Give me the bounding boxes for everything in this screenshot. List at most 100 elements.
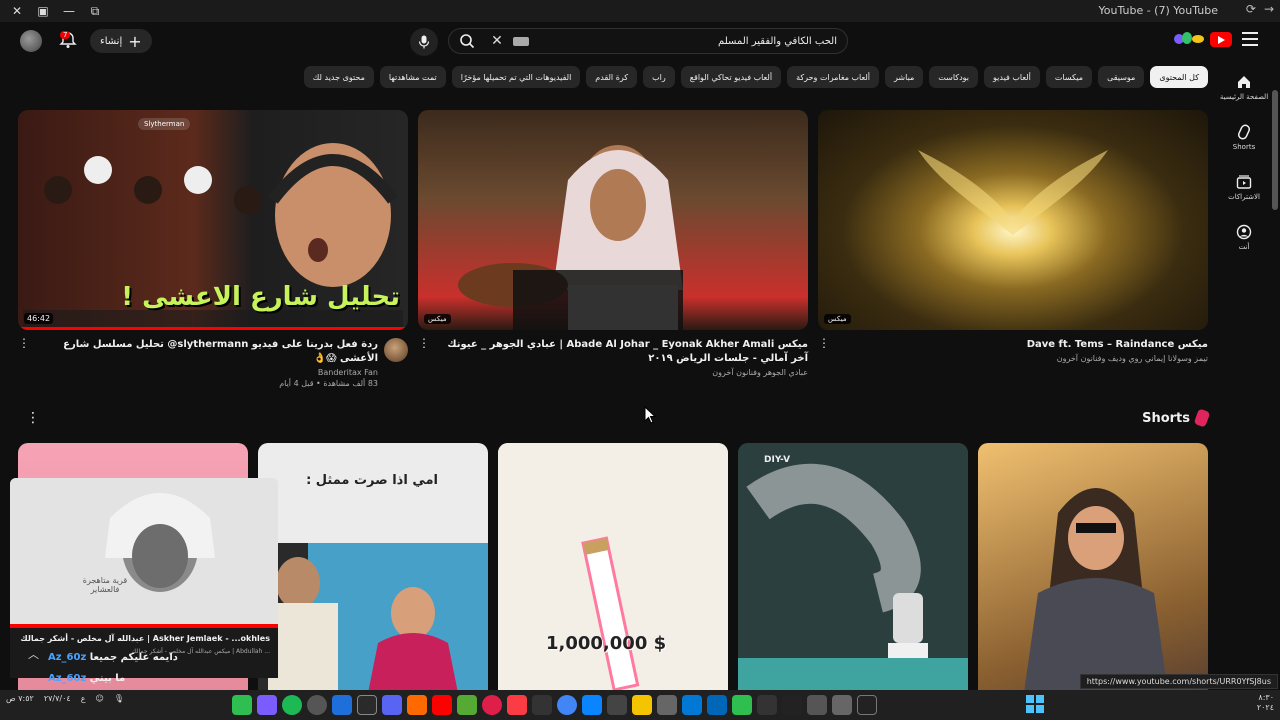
store-icon[interactable]	[707, 695, 727, 715]
thumbnail-headline: تحليل شارع الاعشى !	[121, 282, 400, 312]
create-button[interactable]: إنشاء +	[90, 29, 152, 53]
language-indicator[interactable]: ع	[81, 694, 86, 703]
account-avatar[interactable]	[20, 30, 42, 52]
video-card[interactable]: ميكس ميكس Dave ft. Tems – Raindance تيمز…	[818, 110, 1208, 384]
hamburger-menu-icon[interactable]	[1242, 32, 1258, 46]
voice-search-icon[interactable]	[410, 28, 438, 56]
wings-artwork	[918, 150, 1108, 235]
more-options-icon[interactable]: ⋮	[418, 337, 430, 349]
search-icon[interactable]	[449, 28, 485, 54]
search-input[interactable]: الحب الكافي والفقير المسلم	[529, 36, 847, 47]
picture-in-picture-icon[interactable]: ⧉	[82, 0, 108, 22]
chip-football[interactable]: كرة القدم	[586, 66, 638, 88]
chip-podcasts[interactable]: بودكاست	[929, 66, 979, 88]
video-title[interactable]: ميكس Dave ft. Tems – Raindance	[818, 338, 1208, 352]
edge-icon[interactable]	[682, 695, 702, 715]
clock-time[interactable]: ٧:٥٢ ص	[6, 694, 34, 703]
forward-icon[interactable]: →	[1264, 2, 1274, 16]
chat-message: Az_60z ما بيني	[48, 673, 125, 684]
app-icon[interactable]	[257, 695, 277, 715]
chip-all[interactable]: كل المحتوى	[1150, 66, 1208, 88]
close-window-icon[interactable]: ✕	[4, 0, 30, 22]
app-icon[interactable]	[757, 695, 777, 715]
video-title[interactable]: ميكس Abade Al Johar _ Eyonak Akher Amali…	[418, 338, 808, 366]
mini-player[interactable]: قرية متاهجرة فالعشاير	[10, 478, 278, 628]
shorts-section-header: Shorts	[1142, 408, 1211, 428]
video-thumbnail[interactable]: ميكس	[818, 110, 1208, 330]
chip-mixes[interactable]: ميكسات	[1045, 66, 1093, 88]
video-card[interactable]: تحليل شارع الاعشى ! Slytherman 46:42 ردة…	[18, 110, 408, 388]
chip-recently-uploaded[interactable]: الفيديوهات التي تم تحميلها مؤخرًا	[451, 66, 581, 88]
minimize-window-icon[interactable]: —	[56, 0, 82, 22]
search-icon[interactable]	[857, 695, 877, 715]
app-icon[interactable]	[532, 695, 552, 715]
video-card[interactable]: ميكس ميكس Abade Al Johar _ Eyonak Akher …	[418, 110, 808, 384]
chip-video-games[interactable]: ألعاب فيديو	[984, 66, 1040, 88]
chevron-up-icon[interactable]: ︿	[28, 646, 39, 662]
brave-icon[interactable]	[407, 695, 427, 715]
music-icon[interactable]	[507, 695, 527, 715]
corner-indicator: ٨:٣٠ ٢٠٢٤	[1257, 693, 1274, 713]
keyboard-icon[interactable]	[513, 36, 529, 46]
chip-music[interactable]: موسيقى	[1098, 66, 1145, 88]
chrome-icon[interactable]	[557, 695, 577, 715]
short-card[interactable]	[978, 443, 1208, 693]
sidebar-item-you[interactable]: أنت	[1208, 212, 1280, 262]
emoji-icon[interactable]: ☺	[95, 694, 103, 703]
maximize-window-icon[interactable]: ▣	[30, 0, 56, 22]
sidebar-item-label: Shorts	[1232, 142, 1256, 151]
app-icon[interactable]	[607, 695, 627, 715]
more-options-icon[interactable]: ⋮	[18, 337, 30, 349]
app-icon[interactable]	[332, 695, 352, 715]
minecraft-icon[interactable]	[457, 695, 477, 715]
channel-avatar[interactable]	[384, 338, 408, 362]
video-channel[interactable]: Banderitax Fan	[18, 368, 408, 377]
xbox-icon[interactable]	[232, 695, 252, 715]
app-icon[interactable]	[632, 695, 652, 715]
home-icon	[1238, 75, 1250, 88]
chip-simulation-games[interactable]: ألعاب فيديو تحاكي الواقع	[680, 66, 782, 88]
chat-username: Az_60z	[48, 652, 87, 663]
chip-watched[interactable]: تمت مشاهدتها	[379, 66, 446, 88]
steam-icon[interactable]	[357, 695, 377, 715]
video-thumbnail[interactable]: ميكس	[418, 110, 808, 330]
video-title[interactable]: ردة فعل بدرينا على فيديو slythermann@ تح…	[18, 338, 408, 366]
mix-badge: ميكس	[424, 314, 451, 324]
app-icon[interactable]	[482, 695, 502, 715]
xbox-icon[interactable]	[732, 695, 752, 715]
github-icon[interactable]	[307, 695, 327, 715]
short-card[interactable]: امي اذا صرت ممثل :	[258, 443, 488, 693]
app-icon[interactable]	[657, 695, 677, 715]
mini-player-overlay-text: قرية متاهجرة فالعشاير	[82, 576, 128, 594]
youtube-logo[interactable]	[1172, 30, 1232, 48]
app-icon[interactable]	[807, 695, 827, 715]
sidebar-item-shorts[interactable]: Shorts	[1208, 112, 1280, 162]
short-card[interactable]: DIY-V	[738, 443, 968, 693]
short-card[interactable]: 1,000,000 $	[498, 443, 728, 693]
netflix-icon[interactable]	[782, 695, 802, 715]
chip-action-adventure[interactable]: ألعاب مغامرات وحركة	[787, 66, 880, 88]
more-options-icon[interactable]: ⋮	[818, 337, 830, 349]
sidebar-item-home[interactable]: الصفحة الرئيسية	[1208, 62, 1280, 112]
sidebar-item-label: أنت	[1238, 242, 1250, 251]
search-box[interactable]: ✕ الحب الكافي والفقير المسلم	[448, 28, 848, 54]
more-options-icon[interactable]: ⋮	[26, 410, 40, 426]
video-thumbnail[interactable]: تحليل شارع الاعشى ! Slytherman 46:42	[18, 110, 408, 330]
page-scrollbar[interactable]	[1272, 90, 1278, 210]
sidebar-item-subscriptions[interactable]: الاشتراكات	[1208, 162, 1280, 212]
spotify-icon[interactable]	[282, 695, 302, 715]
youtube-play-icon	[1210, 31, 1232, 47]
app-icon[interactable]	[582, 695, 602, 715]
start-menu-icon[interactable]	[1026, 695, 1044, 713]
reload-icon[interactable]: ⟳	[1246, 2, 1256, 16]
youtube-app-icon[interactable]	[432, 695, 452, 715]
mini-player-title[interactable]: عبدالله آل مخلص - أشكر جمالك | Askher Je…	[20, 634, 270, 643]
chip-rap[interactable]: راب	[643, 66, 675, 88]
microphone-icon[interactable]: 🎙	[114, 694, 124, 703]
mix-badge: ميكس	[824, 314, 851, 324]
app-icon[interactable]	[832, 695, 852, 715]
discord-icon[interactable]	[382, 695, 402, 715]
chip-new-to-you[interactable]: محتوى جديد لك	[303, 66, 374, 88]
chip-live[interactable]: مباشر	[885, 66, 924, 88]
clear-search-icon[interactable]: ✕	[485, 33, 509, 49]
